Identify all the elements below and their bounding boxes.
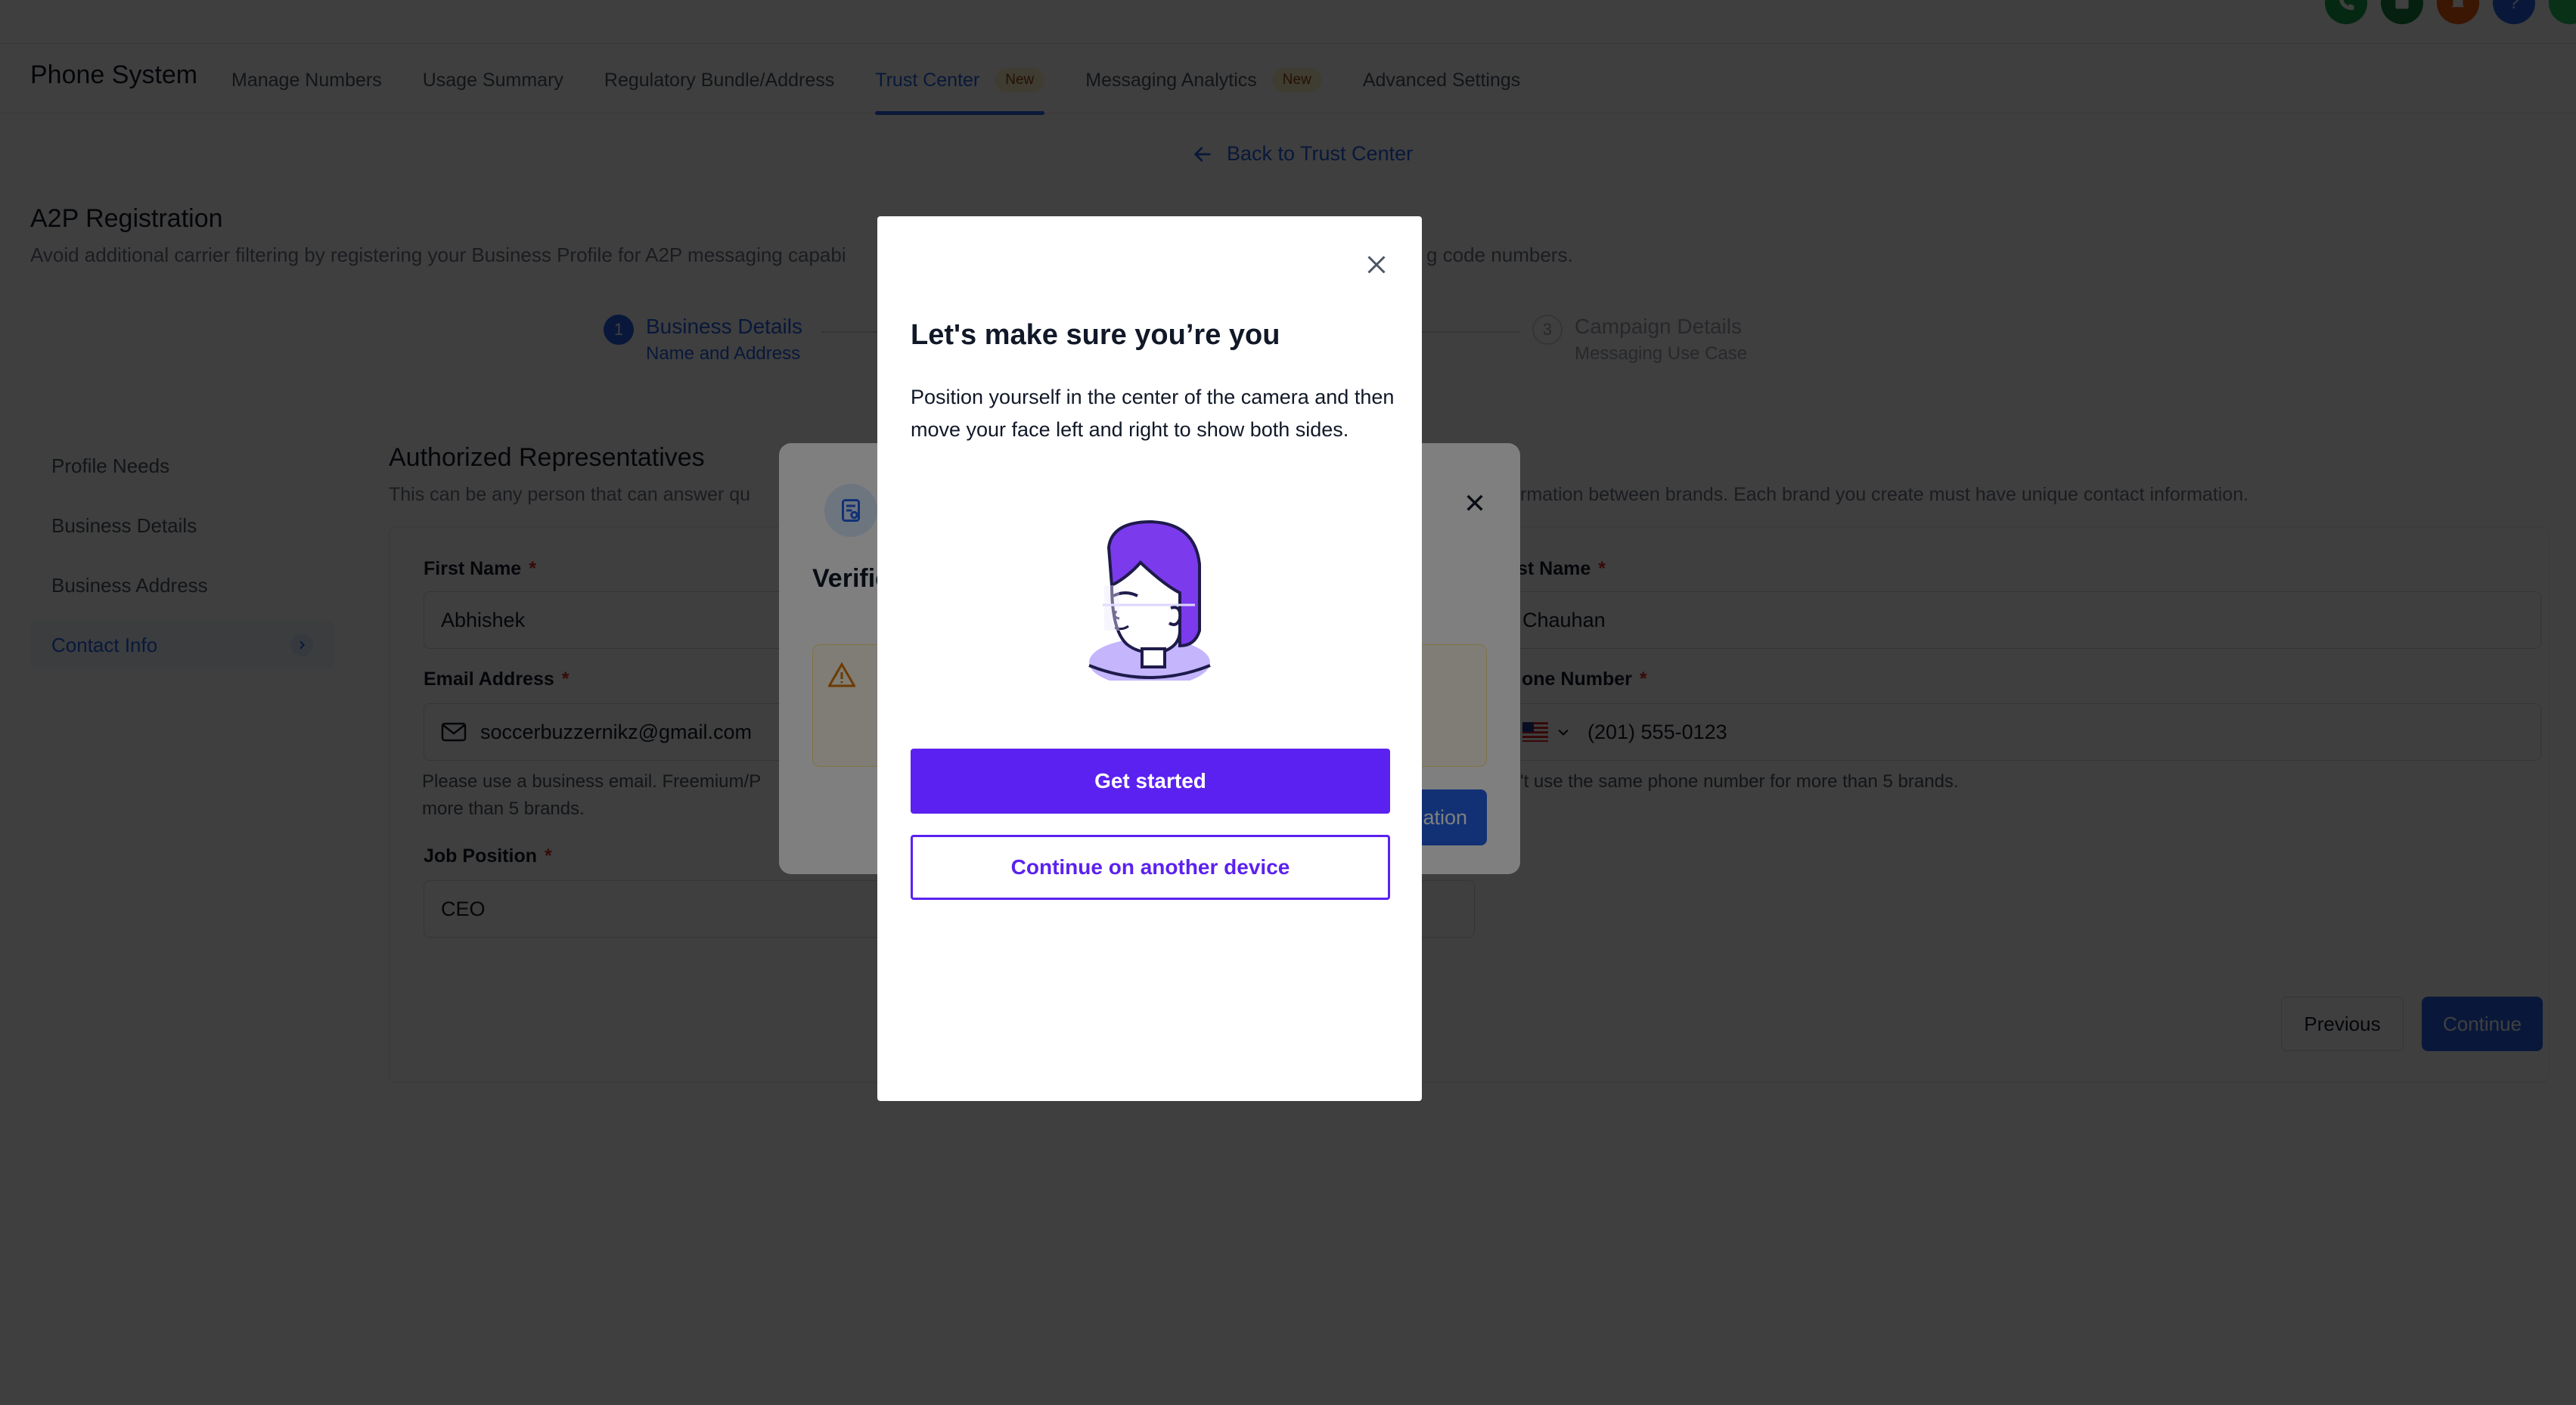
modal-title: Let's make sure you’re you xyxy=(911,319,1280,351)
continue-on-another-device-button[interactable]: Continue on another device xyxy=(911,835,1390,900)
modal-body: Position yourself in the center of the c… xyxy=(911,386,1395,441)
face-scan-illustration xyxy=(1082,517,1218,687)
get-started-button[interactable]: Get started xyxy=(911,749,1390,814)
app-root: ? Phone System Manage Numbers Usage Summ… xyxy=(0,0,2576,1405)
identity-verification-modal: Let's make sure you’re you Position your… xyxy=(877,216,1422,1101)
close-icon[interactable] xyxy=(1363,251,1390,278)
